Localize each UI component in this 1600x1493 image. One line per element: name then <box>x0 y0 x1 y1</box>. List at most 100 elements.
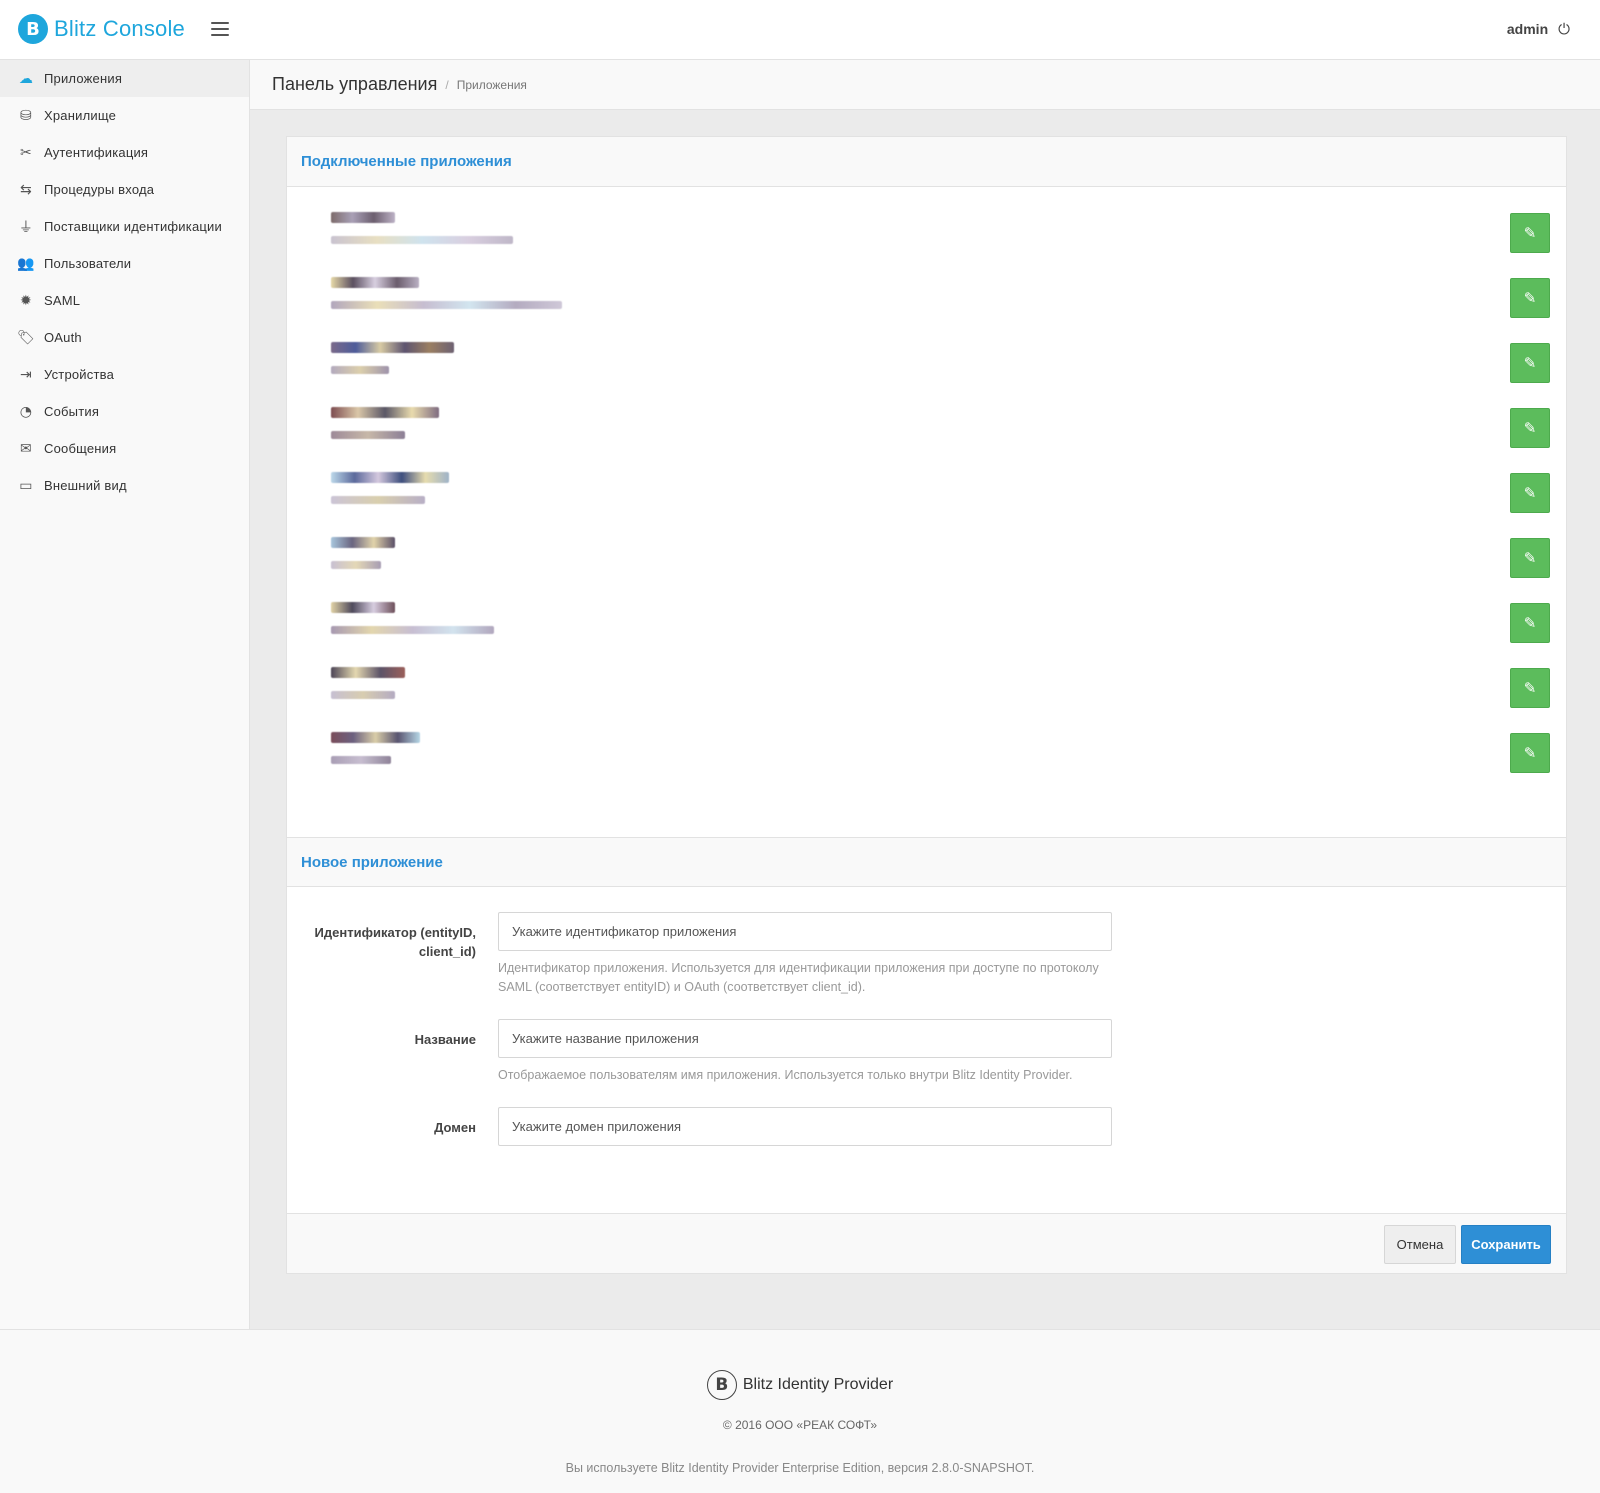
database-icon: ⛁ <box>20 107 32 124</box>
edit-pencil-icon[interactable]: ✎ <box>1510 278 1550 318</box>
plug-icon: ⏚ <box>18 219 34 236</box>
sidebar-item-label: Устройства <box>44 367 115 382</box>
sidebar-item-applications[interactable]: ☁ Приложения <box>0 60 249 97</box>
sidebar-item-label: Процедуры входа <box>44 182 155 197</box>
list-item: ✎ <box>331 277 1550 342</box>
sidebar-item-events[interactable]: ◔ События <box>0 393 249 430</box>
monitor-icon: ▭ <box>19 477 33 494</box>
list-item: ✎ <box>331 602 1550 667</box>
list-item: ✎ <box>331 472 1550 537</box>
sidebar-item-label: Внешний вид <box>44 478 127 493</box>
sidebar-item-label: Сообщения <box>44 441 117 456</box>
sidebar-item-login-procedures[interactable]: ⇆ Процедуры входа <box>0 171 249 208</box>
cancel-button[interactable]: Отмена <box>1384 1225 1456 1264</box>
edit-pencil-icon[interactable]: ✎ <box>1510 213 1550 253</box>
sidebar-item-label: События <box>44 404 100 419</box>
domain-input[interactable] <box>498 1107 1112 1146</box>
top-header: B Blitz Console admin ⏻ <box>0 0 1600 60</box>
edit-pencil-icon[interactable]: ✎ <box>1510 473 1550 513</box>
sidebar-item-oauth[interactable]: 🏷 OAuth <box>0 319 249 356</box>
redacted-app-title <box>331 472 449 483</box>
redacted-app-title <box>331 212 395 223</box>
footer-brand: B Blitz Identity Provider <box>0 1370 1600 1400</box>
connected-apps-heading: Подключенные приложения <box>287 137 1566 187</box>
redacted-app-title <box>331 277 419 288</box>
form-row-name: Название Отображаемое пользователям имя … <box>287 1019 1566 1085</box>
list-item: ✎ <box>331 407 1550 472</box>
sidebar-item-label: Хранилище <box>44 108 116 123</box>
entity-id-help: Идентификатор приложения. Используется д… <box>498 961 1099 994</box>
new-app-heading: Новое приложение <box>287 837 1566 887</box>
form-row-entity-id: Идентификатор (entityID, client_id) Иден… <box>287 912 1566 997</box>
sidebar-item-users[interactable]: 👥 Пользователи <box>0 245 249 282</box>
certificate-icon: ✹ <box>20 292 32 309</box>
list-item: ✎ <box>331 667 1550 732</box>
sidebar-item-appearance[interactable]: ▭ Внешний вид <box>0 467 249 504</box>
sidebar-item-saml[interactable]: ✹ SAML <box>0 282 249 319</box>
list-item: ✎ <box>331 212 1550 277</box>
breadcrumb-separator: / <box>445 77 449 92</box>
redacted-app-id <box>331 301 562 309</box>
edit-pencil-icon[interactable]: ✎ <box>1510 343 1550 383</box>
page-title[interactable]: Панель управления <box>272 74 437 95</box>
redacted-app-id <box>331 496 425 504</box>
sidebar-item-label: Пользователи <box>44 256 132 271</box>
dashboard-icon: ◔ <box>19 403 33 420</box>
redacted-app-id <box>331 626 494 634</box>
app-logo[interactable]: B Blitz Console <box>18 14 185 44</box>
entity-id-input[interactable] <box>498 912 1112 951</box>
edit-pencil-icon[interactable]: ✎ <box>1510 733 1550 773</box>
redacted-app-title <box>331 342 454 353</box>
sidebar-item-messages[interactable]: ✉ Сообщения <box>0 430 249 467</box>
retweet-icon: ⇆ <box>20 181 32 198</box>
envelope-icon: ✉ <box>20 440 32 457</box>
app-name-input[interactable] <box>498 1019 1112 1058</box>
app-name-help: Отображаемое пользователям имя приложени… <box>498 1068 1073 1082</box>
menu-toggle-icon[interactable] <box>210 20 230 38</box>
sidebar-item-label: Аутентификация <box>44 145 149 160</box>
sidebar-item-label: OAuth <box>44 330 82 345</box>
redacted-app-id <box>331 561 381 569</box>
name-label: Название <box>414 1032 476 1047</box>
sidebar-item-label: SAML <box>44 293 81 308</box>
redacted-app-id <box>331 366 389 374</box>
redacted-app-id <box>331 236 513 244</box>
breadcrumb-current: Приложения <box>456 77 527 92</box>
sign-in-icon: ⇥ <box>20 366 32 383</box>
sidebar-item-identity-providers[interactable]: ⏚ Поставщики идентификации <box>0 208 249 245</box>
list-item: ✎ <box>331 732 1550 797</box>
page-footer: B Blitz Identity Provider © 2016 ООО «РЕ… <box>0 1329 1600 1493</box>
tools-icon: ✂ <box>20 144 32 161</box>
sidebar-item-label: Поставщики идентификации <box>44 219 222 234</box>
applications-panel: Подключенные приложения ✎ ✎ ✎ ✎ ✎ ✎ ✎ ✎ … <box>286 136 1567 1274</box>
redacted-app-title <box>331 407 439 418</box>
sidebar-item-devices[interactable]: ⇥ Устройства <box>0 356 249 393</box>
logout-power-icon[interactable]: ⏻ <box>1558 22 1570 37</box>
redacted-app-id <box>331 431 405 439</box>
save-button[interactable]: Сохранить <box>1461 1225 1551 1264</box>
new-app-form: Идентификатор (entityID, client_id) Иден… <box>287 887 1566 1213</box>
sidebar-item-label: Приложения <box>44 71 123 86</box>
sidebar-item-storage[interactable]: ⛁ Хранилище <box>0 97 249 134</box>
edit-pencil-icon[interactable]: ✎ <box>1510 668 1550 708</box>
footer-brand-name: Blitz Identity Provider <box>742 1376 894 1393</box>
sidebar-item-authentication[interactable]: ✂ Аутентификация <box>0 134 249 171</box>
cloud-icon: ☁ <box>18 70 34 87</box>
redacted-app-id <box>331 756 391 764</box>
list-item: ✎ <box>331 537 1550 602</box>
edit-pencil-icon[interactable]: ✎ <box>1510 408 1550 448</box>
form-row-domain: Домен <box>287 1107 1566 1146</box>
user-name[interactable]: admin <box>1507 21 1548 37</box>
edit-pencil-icon[interactable]: ✎ <box>1510 603 1550 643</box>
domain-label: Домен <box>434 1120 476 1135</box>
main-content: Панель управления / Приложения Подключен… <box>250 60 1600 1329</box>
redacted-app-title <box>331 667 405 678</box>
tag-icon: 🏷 <box>17 329 35 346</box>
app-title: Blitz Console <box>54 16 185 41</box>
list-item: ✎ <box>331 342 1550 407</box>
redacted-app-id <box>331 691 395 699</box>
user-area: admin ⏻ <box>1507 21 1570 37</box>
edit-pencil-icon[interactable]: ✎ <box>1510 538 1550 578</box>
redacted-app-title <box>331 537 395 548</box>
redacted-app-title <box>331 732 420 743</box>
